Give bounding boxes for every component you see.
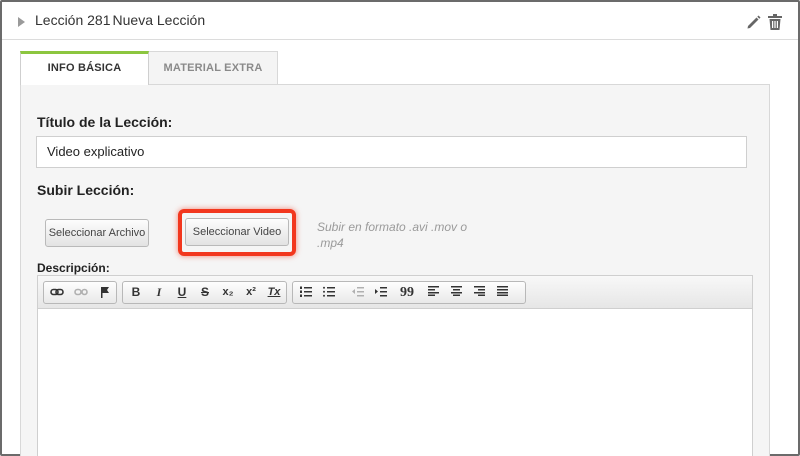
upload-format-hint: Subir en formato .avi .mov o .mp4 xyxy=(317,220,468,250)
bulleted-list-icon[interactable] xyxy=(318,283,340,302)
subscript-button[interactable]: x₂ xyxy=(217,283,239,302)
numbered-list-icon[interactable] xyxy=(295,283,317,302)
blockquote-button[interactable]: 99 xyxy=(396,283,418,302)
align-center-icon[interactable] xyxy=(445,283,467,302)
align-left-icon[interactable] xyxy=(422,283,444,302)
link-icon[interactable] xyxy=(46,283,68,302)
outdent-icon[interactable] xyxy=(347,283,369,302)
tab-material-extra[interactable]: MATERIAL EXTRA xyxy=(149,51,278,85)
unlink-icon[interactable] xyxy=(70,283,92,302)
upload-lesson-label: Subir Lección: xyxy=(37,182,135,198)
tab-info-basica[interactable]: INFO BÁSICA xyxy=(20,51,149,85)
strikethrough-button[interactable]: S xyxy=(194,283,216,302)
description-label: Descripción: xyxy=(37,261,110,275)
pencil-icon[interactable] xyxy=(746,14,762,30)
lesson-number: Lección 281 xyxy=(35,12,111,28)
editor-toolbar: B I U S x₂ x² Tx 99 xyxy=(38,276,752,309)
lesson-name: Nueva Lección xyxy=(112,12,206,28)
toolbar-group-paragraph: 99 xyxy=(292,281,526,304)
underline-button[interactable]: U xyxy=(171,283,193,302)
lesson-header: Lección 281 Nueva Lección xyxy=(2,2,798,40)
toolbar-group-formatting: B I U S x₂ x² Tx xyxy=(122,281,287,304)
expand-caret-icon[interactable] xyxy=(18,17,25,27)
bold-button[interactable]: B xyxy=(125,283,147,302)
align-justify-icon[interactable] xyxy=(491,283,513,302)
align-right-icon[interactable] xyxy=(468,283,490,302)
lesson-title: Lección 281 Nueva Lección xyxy=(35,12,205,28)
superscript-button[interactable]: x² xyxy=(240,283,262,302)
trash-icon[interactable] xyxy=(768,14,782,30)
toolbar-group-links xyxy=(43,281,117,304)
lesson-title-label: Título de la Lección: xyxy=(37,114,173,130)
remove-format-button[interactable]: Tx xyxy=(263,283,285,302)
lesson-title-input[interactable]: Video explicativo xyxy=(36,136,747,168)
italic-button[interactable]: I xyxy=(148,283,170,302)
description-editor[interactable]: B I U S x₂ x² Tx 99 xyxy=(37,275,753,456)
select-video-button[interactable]: Seleccionar Video xyxy=(185,218,289,246)
anchor-flag-icon[interactable] xyxy=(94,283,116,302)
select-file-button[interactable]: Seleccionar Archivo xyxy=(45,219,149,247)
indent-icon[interactable] xyxy=(370,283,392,302)
lesson-editor-window: Lección 281 Nueva Lección INFO BÁSICA MAT… xyxy=(0,0,800,456)
